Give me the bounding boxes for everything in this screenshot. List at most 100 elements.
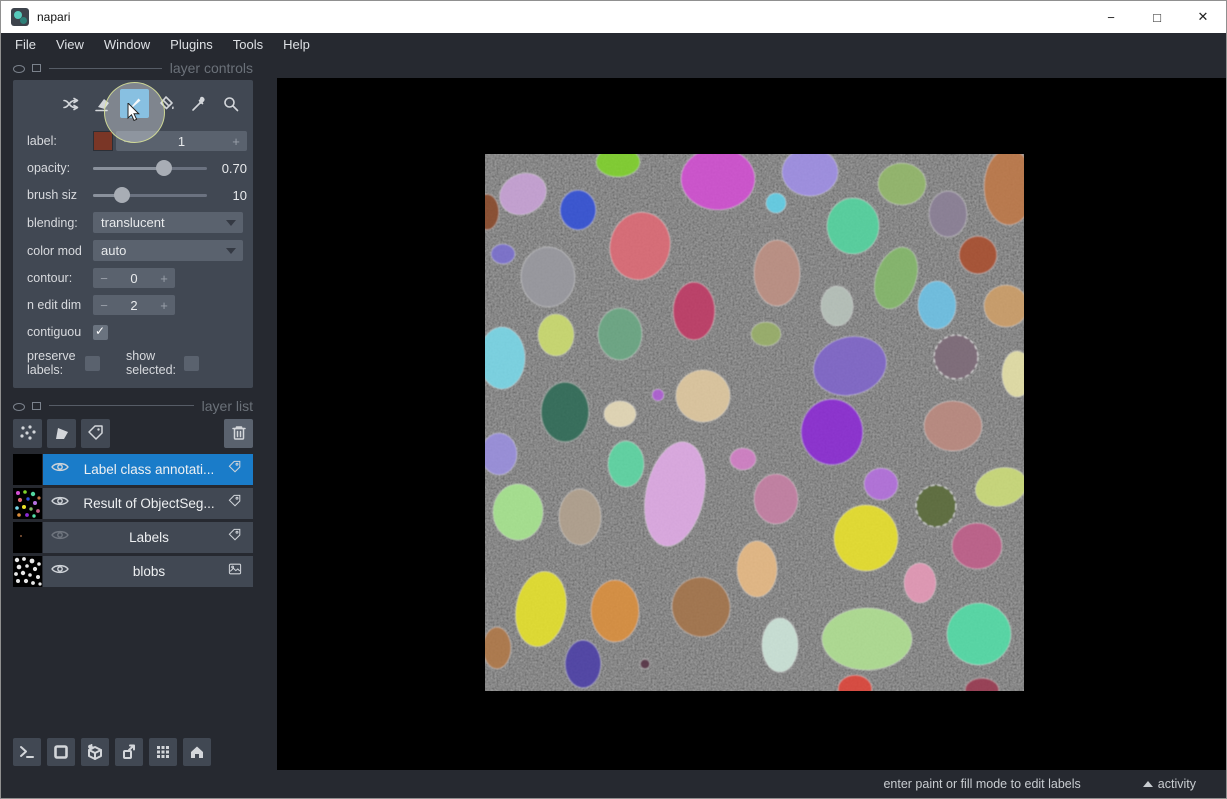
label-label: label:	[27, 134, 93, 148]
napari-window: napari − □ ✕ File View Window Plugins To…	[0, 0, 1227, 799]
layer-thumbnail	[13, 556, 42, 587]
console-button[interactable]	[13, 738, 41, 766]
fill-button[interactable]	[152, 89, 181, 118]
brush-size-label: brush siz	[27, 188, 93, 202]
maximize-button[interactable]: □	[1134, 1, 1180, 33]
pan-zoom-button[interactable]	[216, 89, 245, 118]
layer-list-title: layer list	[202, 398, 253, 414]
tag-icon	[86, 423, 106, 443]
label-decrement-button[interactable]: −	[116, 134, 138, 149]
toggle-2d-3d-button[interactable]	[47, 738, 75, 766]
preserve-labels-checkbox[interactable]	[85, 356, 100, 371]
eyedropper-icon	[190, 95, 208, 113]
paint-button[interactable]	[120, 89, 149, 118]
layer-row-label-class-annotations[interactable]: Label class annotati...	[13, 454, 253, 485]
viewer-canvas[interactable]	[277, 78, 1226, 772]
chevron-down-icon	[226, 220, 236, 226]
layer-thumbnail	[13, 522, 42, 553]
chevron-up-icon	[1143, 781, 1153, 787]
new-points-layer-button[interactable]	[13, 419, 42, 448]
menu-tools[interactable]: Tools	[223, 37, 273, 52]
viewer-buttons	[13, 738, 211, 766]
layer-list-header: layer list	[13, 396, 253, 416]
color-mode-value: auto	[101, 243, 126, 258]
contour-row: contour: − 0 +	[27, 268, 247, 288]
brush-size-slider-handle[interactable]	[114, 187, 130, 203]
menu-file[interactable]: File	[5, 37, 46, 52]
n-edit-dim-increment-button[interactable]: +	[153, 298, 175, 313]
float-panel-icon[interactable]	[32, 402, 41, 410]
float-panel-icon[interactable]	[32, 64, 41, 72]
menu-view[interactable]: View	[46, 37, 94, 52]
n-edit-dim-decrement-button[interactable]: −	[93, 298, 115, 313]
visibility-eye-icon-hidden[interactable]	[51, 528, 71, 546]
layer-row-labels[interactable]: Labels	[13, 522, 253, 553]
shuffle-colors-button[interactable]	[56, 89, 85, 118]
contiguous-checkbox[interactable]	[93, 325, 108, 340]
labels-layer-type-icon	[227, 493, 245, 514]
hide-panel-icon[interactable]	[13, 64, 24, 72]
transpose-dimensions-button[interactable]	[115, 738, 143, 766]
brush-size-slider[interactable]	[93, 185, 207, 205]
eraser-icon	[94, 95, 112, 113]
label-value[interactable]: 1	[138, 134, 225, 149]
contour-increment-button[interactable]: +	[153, 271, 175, 286]
color-mode-dropdown[interactable]: auto	[93, 240, 243, 261]
new-labels-layer-button[interactable]	[81, 419, 110, 448]
segmentation-image[interactable]	[485, 154, 1024, 691]
activity-toggle[interactable]: activity	[1143, 777, 1196, 791]
contiguous-label: contiguou	[27, 325, 93, 339]
contour-value[interactable]: 0	[115, 271, 153, 286]
left-dock: layer controls	[1, 56, 263, 772]
layer-row-result-of-objectseg[interactable]: Result of ObjectSeg...	[13, 488, 253, 519]
label-spinbox[interactable]: − 1 +	[116, 131, 247, 151]
napari-logo-icon	[11, 8, 29, 26]
label-increment-button[interactable]: +	[225, 134, 247, 149]
menu-plugins[interactable]: Plugins	[160, 37, 223, 52]
roll-dimensions-button[interactable]	[81, 738, 109, 766]
visibility-eye-icon[interactable]	[51, 494, 71, 512]
preserve-labels-label: preserve labels:	[27, 349, 85, 378]
console-icon	[18, 743, 36, 761]
visibility-eye-icon[interactable]	[51, 562, 71, 580]
layer-controls-panel: label: − 1 + opacity: 0.70	[13, 80, 253, 388]
show-selected-checkbox[interactable]	[184, 356, 199, 371]
color-picker-button[interactable]	[184, 89, 213, 118]
menu-bar: File View Window Plugins Tools Help	[1, 33, 1226, 56]
layer-name: Label class annotati...	[75, 462, 223, 477]
layer-name: blobs	[75, 564, 223, 579]
cube-rotate-icon	[85, 742, 105, 762]
layer-name: Result of ObjectSeg...	[75, 496, 223, 511]
close-button[interactable]: ✕	[1180, 1, 1226, 33]
new-shapes-layer-button[interactable]	[47, 419, 76, 448]
n-edit-dim-spinbox[interactable]: − 2 +	[93, 295, 175, 315]
home-icon	[188, 743, 206, 761]
menu-help[interactable]: Help	[273, 37, 320, 52]
erase-button[interactable]	[88, 89, 117, 118]
grid-view-button[interactable]	[149, 738, 177, 766]
blending-dropdown[interactable]: translucent	[93, 212, 243, 233]
n-edit-dim-label: n edit dim	[27, 298, 93, 312]
contour-spinbox[interactable]: − 0 +	[93, 268, 175, 288]
preserve-show-row: preserve labels: show selected:	[27, 349, 247, 378]
labels-layer-type-icon	[227, 459, 245, 480]
opacity-slider[interactable]	[93, 158, 207, 178]
home-button[interactable]	[183, 738, 211, 766]
layer-thumbnail	[13, 488, 42, 519]
hide-panel-icon[interactable]	[13, 402, 24, 410]
label-color-swatch[interactable]	[93, 131, 113, 151]
n-edit-dim-value[interactable]: 2	[115, 298, 153, 313]
minimize-button[interactable]: −	[1088, 1, 1134, 33]
grid-icon	[154, 743, 172, 761]
brush-size-row: brush siz 10	[27, 185, 247, 205]
image-layer-type-icon	[227, 561, 245, 582]
visibility-eye-icon[interactable]	[51, 460, 71, 478]
title-bar: napari − □ ✕	[1, 1, 1226, 33]
labels-toolbar	[19, 86, 247, 124]
opacity-slider-handle[interactable]	[156, 160, 172, 176]
contour-decrement-button[interactable]: −	[93, 271, 115, 286]
menu-window[interactable]: Window	[94, 37, 160, 52]
delete-layer-button[interactable]	[224, 419, 253, 448]
magnifier-icon	[222, 95, 240, 113]
layer-row-blobs[interactable]: blobs	[13, 556, 253, 587]
